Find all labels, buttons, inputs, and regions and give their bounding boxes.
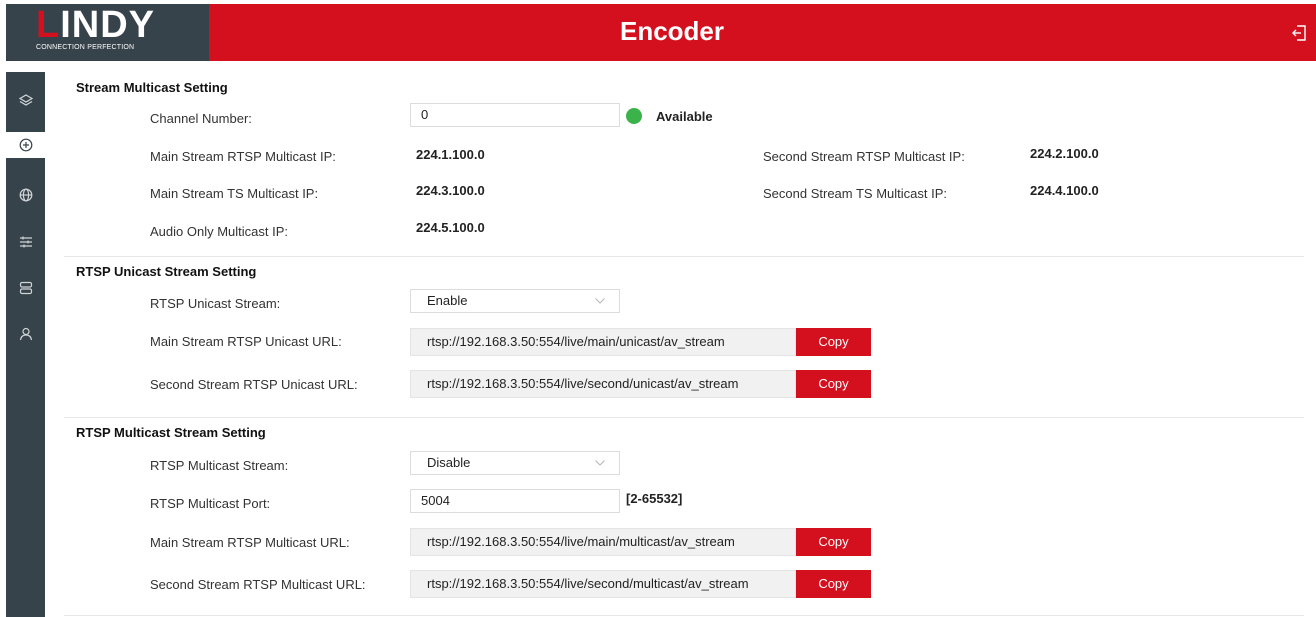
layers-icon: [18, 94, 33, 106]
rtsp-unicast-stream-label: RTSP Unicast Stream:: [150, 296, 281, 311]
channel-status-text: Available: [656, 109, 713, 124]
logout-icon[interactable]: [1292, 25, 1306, 41]
channel-number-input[interactable]: 0: [410, 103, 620, 127]
section-divider: [64, 615, 1304, 616]
channel-number-label: Channel Number:: [150, 111, 252, 126]
second-rtsp-multicast-url-label: Second Stream RTSP Multicast URL:: [150, 577, 366, 592]
main-rtsp-unicast-url-field[interactable]: rtsp://192.168.3.50:554/live/main/unicas…: [410, 328, 796, 356]
globe-icon: [19, 188, 32, 202]
sidebar-item-add[interactable]: [6, 132, 45, 158]
second-rtsp-unicast-url-label: Second Stream RTSP Unicast URL:: [150, 377, 358, 392]
rtsp-multicast-stream-select[interactable]: Disable: [410, 451, 620, 475]
rtsp-unicast-stream-select[interactable]: Enable: [410, 289, 620, 313]
main-ts-multicast-ip-label: Main Stream TS Multicast IP:: [150, 186, 319, 201]
sidebar-item-system[interactable]: [6, 275, 45, 301]
server-icon: [19, 281, 32, 295]
chevron-down-icon: [595, 460, 605, 466]
rtsp-multicast-stream-value: Disable: [427, 455, 471, 470]
user-icon: [19, 327, 32, 341]
copy-main-multicast-url-button[interactable]: Copy: [796, 528, 871, 556]
audio-only-multicast-ip-value: 224.5.100.0: [416, 220, 485, 235]
rtsp-multicast-stream-label: RTSP Multicast Stream:: [150, 458, 289, 473]
sidebar-item-settings[interactable]: [6, 229, 45, 255]
chevron-down-icon: [595, 298, 605, 304]
main-content: Stream Multicast Setting Channel Number:…: [64, 72, 1304, 617]
copy-second-unicast-url-button[interactable]: Copy: [796, 370, 871, 398]
section-title-rtsp-unicast: RTSP Unicast Stream Setting: [76, 264, 257, 279]
second-rtsp-multicast-ip-label: Second Stream RTSP Multicast IP:: [763, 149, 965, 164]
page-title: Encoder: [619, 16, 725, 46]
main-rtsp-unicast-url-label: Main Stream RTSP Unicast URL:: [150, 334, 342, 349]
sliders-icon: [19, 236, 32, 248]
main-rtsp-multicast-url-field[interactable]: rtsp://192.168.3.50:554/live/main/multic…: [410, 528, 796, 556]
sidebar-item-user[interactable]: [6, 321, 45, 347]
top-header: LINDY CONNECTION PERFECTION Encoder: [6, 4, 1316, 61]
rtsp-multicast-port-range: [2-65532]: [626, 491, 683, 506]
copy-second-multicast-url-button[interactable]: Copy: [796, 570, 871, 598]
main-rtsp-multicast-ip-value: 224.1.100.0: [416, 147, 485, 162]
second-rtsp-unicast-url-field[interactable]: rtsp://192.168.3.50:554/live/second/unic…: [410, 370, 796, 398]
plus-circle-icon: [19, 138, 32, 152]
second-rtsp-multicast-url-field[interactable]: rtsp://192.168.3.50:554/live/second/mult…: [410, 570, 796, 598]
main-rtsp-multicast-ip-label: Main Stream RTSP Multicast IP:: [150, 149, 336, 164]
section-title-rtsp-multicast: RTSP Multicast Stream Setting: [76, 425, 266, 440]
audio-only-multicast-ip-label: Audio Only Multicast IP:: [150, 224, 288, 239]
rtsp-multicast-port-label: RTSP Multicast Port:: [150, 496, 271, 511]
rtsp-unicast-stream-value: Enable: [427, 293, 468, 308]
sidebar: [6, 72, 45, 617]
section-divider: [64, 417, 1304, 418]
second-ts-multicast-ip-label: Second Stream TS Multicast IP:: [763, 186, 947, 201]
second-ts-multicast-ip-value: 224.4.100.0: [1030, 183, 1099, 198]
status-indicator-icon: [626, 108, 642, 124]
section-divider: [64, 256, 1304, 257]
sidebar-item-layers[interactable]: [6, 88, 45, 114]
rtsp-multicast-port-input[interactable]: 5004: [410, 489, 620, 513]
section-title-stream-multicast: Stream Multicast Setting: [76, 80, 228, 95]
second-rtsp-multicast-ip-value: 224.2.100.0: [1030, 146, 1099, 161]
copy-main-unicast-url-button[interactable]: Copy: [796, 328, 871, 356]
main-rtsp-multicast-url-label: Main Stream RTSP Multicast URL:: [150, 535, 350, 550]
main-ts-multicast-ip-value: 224.3.100.0: [416, 183, 485, 198]
sidebar-item-network[interactable]: [6, 182, 45, 208]
